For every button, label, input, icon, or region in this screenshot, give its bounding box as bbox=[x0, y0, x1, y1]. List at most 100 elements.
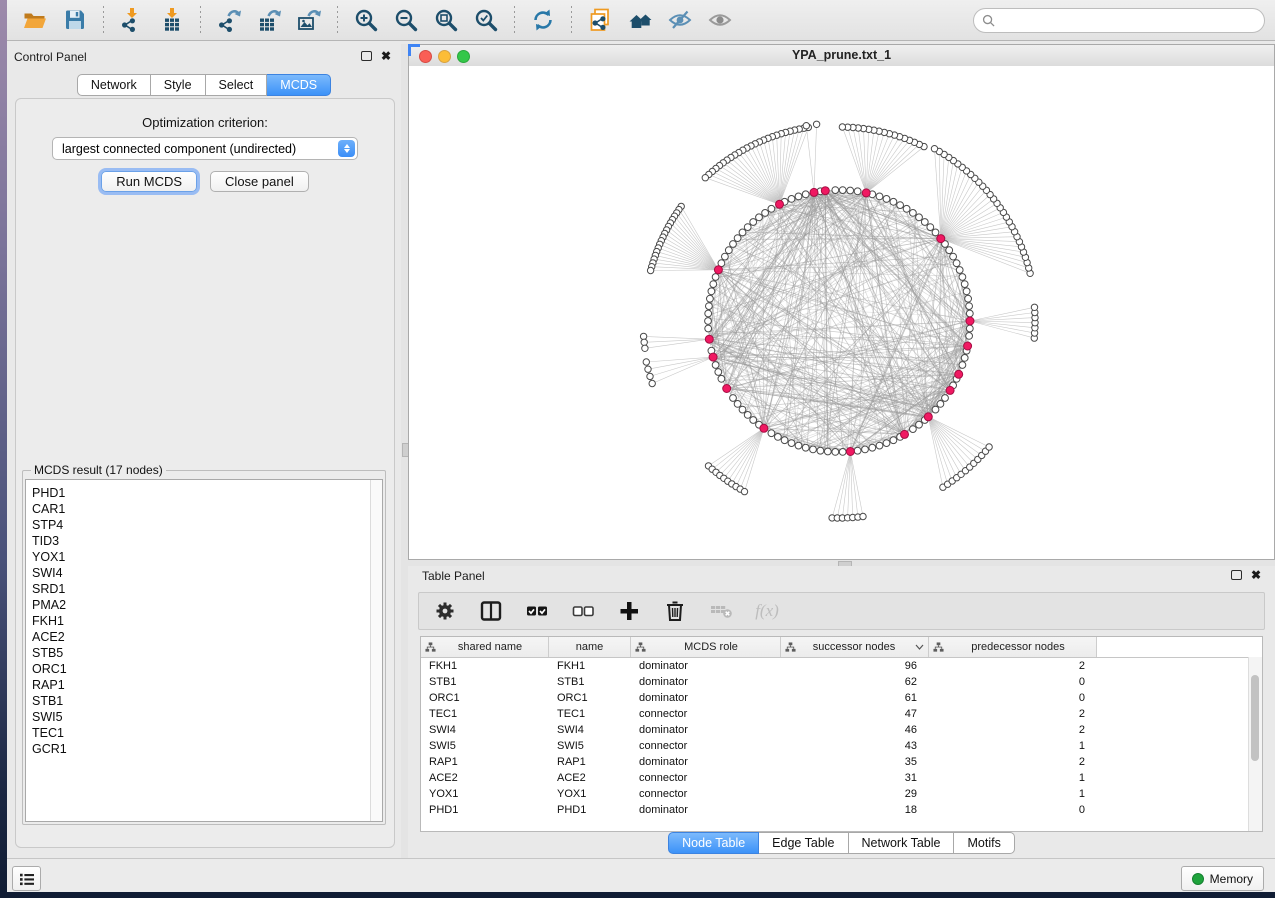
search-box[interactable] bbox=[973, 8, 1265, 33]
add-row-button[interactable] bbox=[617, 599, 641, 623]
mcds-result-item[interactable]: SWI4 bbox=[26, 565, 382, 581]
delete-table-icon bbox=[709, 599, 733, 623]
mcds-result-item[interactable]: TEC1 bbox=[26, 725, 382, 741]
close-panel-button[interactable]: Close panel bbox=[210, 171, 309, 192]
mcds-result-item[interactable]: SRD1 bbox=[26, 581, 382, 597]
node-table[interactable]: shared namenameMCDS rolesuccessor nodesp… bbox=[420, 636, 1263, 832]
mcds-result-list[interactable]: PHD1CAR1STP4TID3YOX1SWI4SRD1PMA2FKH1ACE2… bbox=[25, 479, 383, 822]
mcds-result-item[interactable]: RAP1 bbox=[26, 677, 382, 693]
tab-style[interactable]: Style bbox=[151, 74, 206, 96]
mcds-result-item[interactable]: CAR1 bbox=[26, 501, 382, 517]
column-header-name[interactable]: name bbox=[549, 637, 631, 657]
zoom-selected-button[interactable] bbox=[471, 5, 501, 35]
zoom-selected-icon bbox=[473, 7, 499, 33]
task-history-button[interactable] bbox=[12, 866, 41, 891]
show-all-button[interactable] bbox=[705, 5, 735, 35]
cell-shared-name: TEC1 bbox=[421, 708, 549, 720]
tab-mcds[interactable]: MCDS bbox=[267, 74, 331, 96]
mcds-result-item[interactable]: PMA2 bbox=[26, 597, 382, 613]
export-table-button[interactable] bbox=[254, 5, 284, 35]
column-namespace-icon bbox=[933, 642, 944, 653]
mcds-result-item[interactable]: ORC1 bbox=[26, 661, 382, 677]
table-scrollbar-thumb[interactable] bbox=[1251, 675, 1259, 761]
zoom-fit-button[interactable] bbox=[431, 5, 461, 35]
select-all-button[interactable] bbox=[525, 599, 549, 623]
mcds-result-item[interactable]: STB5 bbox=[26, 645, 382, 661]
cell-MCDS-role: dominator bbox=[631, 756, 781, 768]
table-row[interactable]: SWI4SWI4dominator462 bbox=[421, 722, 1262, 738]
table-row[interactable]: SWI5SWI5connector431 bbox=[421, 738, 1262, 754]
network-title-bar[interactable]: YPA_prune.txt_1 bbox=[409, 45, 1274, 67]
tab-select[interactable]: Select bbox=[206, 74, 268, 96]
result-list-scrollbar[interactable] bbox=[370, 480, 382, 821]
criterion-dropdown[interactable]: largest connected component (undirected) bbox=[52, 137, 358, 160]
mcds-result-item[interactable]: ACE2 bbox=[26, 629, 382, 645]
export-network-button[interactable] bbox=[214, 5, 244, 35]
cell-predecessor-nodes: 1 bbox=[929, 740, 1097, 752]
column-namespace-icon bbox=[425, 642, 436, 653]
toolbar-separator bbox=[571, 6, 572, 34]
refresh-button[interactable] bbox=[528, 5, 558, 35]
save-button[interactable] bbox=[60, 5, 90, 35]
settings-button[interactable] bbox=[433, 599, 457, 623]
column-header-predecessor-nodes[interactable]: predecessor nodes bbox=[929, 637, 1097, 657]
table-row[interactable]: RAP1RAP1dominator352 bbox=[421, 754, 1262, 770]
zoom-out-button[interactable] bbox=[391, 5, 421, 35]
mcds-result-item[interactable]: GCR1 bbox=[26, 741, 382, 757]
show-columns-icon bbox=[479, 599, 503, 623]
close-panel-icon[interactable]: ✖ bbox=[381, 51, 391, 61]
memory-button[interactable]: Memory bbox=[1181, 866, 1264, 891]
toolbar-separator bbox=[337, 6, 338, 34]
cell-successor-nodes: 46 bbox=[781, 724, 929, 736]
cell-MCDS-role: dominator bbox=[631, 676, 781, 688]
search-input[interactable] bbox=[1000, 13, 1264, 29]
deselect-all-button[interactable] bbox=[571, 599, 595, 623]
import-table-button[interactable] bbox=[157, 5, 187, 35]
delete-row-button[interactable] bbox=[663, 599, 687, 623]
vertical-splitter[interactable] bbox=[401, 44, 408, 858]
mcds-result-item[interactable]: STP4 bbox=[26, 517, 382, 533]
mcds-result-item[interactable]: SWI5 bbox=[26, 709, 382, 725]
tab-network[interactable]: Network bbox=[77, 74, 151, 96]
column-header-MCDS-role[interactable]: MCDS role bbox=[631, 637, 781, 657]
show-columns-button[interactable] bbox=[479, 599, 503, 623]
table-scrollbar[interactable] bbox=[1248, 657, 1262, 831]
network-canvas[interactable] bbox=[409, 66, 1274, 559]
table-row[interactable]: PHD1PHD1dominator180 bbox=[421, 802, 1262, 818]
zoom-in-button[interactable] bbox=[351, 5, 381, 35]
export-image-button[interactable] bbox=[294, 5, 324, 35]
import-network-button[interactable] bbox=[117, 5, 147, 35]
table-row[interactable]: YOX1YOX1connector291 bbox=[421, 786, 1262, 802]
settings-icon bbox=[433, 599, 457, 623]
float-panel-icon[interactable] bbox=[361, 51, 372, 61]
mcds-result-item[interactable]: YOX1 bbox=[26, 549, 382, 565]
home-button[interactable] bbox=[625, 5, 655, 35]
import-network-icon bbox=[119, 7, 145, 33]
tab-edge-table[interactable]: Edge Table bbox=[759, 832, 848, 854]
column-header-shared-name[interactable]: shared name bbox=[421, 637, 549, 657]
table-row[interactable]: ORC1ORC1dominator610 bbox=[421, 690, 1262, 706]
table-row[interactable]: STB1STB1dominator620 bbox=[421, 674, 1262, 690]
tab-node-table[interactable]: Node Table bbox=[668, 832, 759, 854]
open-button[interactable] bbox=[20, 5, 50, 35]
zoom-out-icon bbox=[393, 7, 419, 33]
table-row[interactable]: TEC1TEC1connector472 bbox=[421, 706, 1262, 722]
clone-network-button[interactable] bbox=[585, 5, 615, 35]
table-row[interactable]: ACE2ACE2connector311 bbox=[421, 770, 1262, 786]
table-row[interactable]: FKH1FKH1dominator962 bbox=[421, 658, 1262, 674]
network-view-window: YPA_prune.txt_1 bbox=[408, 44, 1275, 560]
cell-predecessor-nodes: 1 bbox=[929, 788, 1097, 800]
mcds-result-item[interactable]: PHD1 bbox=[26, 480, 382, 501]
close-table-panel-icon[interactable]: ✖ bbox=[1251, 570, 1261, 580]
mcds-result-item[interactable]: STB1 bbox=[26, 693, 382, 709]
float-table-panel-icon[interactable] bbox=[1231, 570, 1242, 580]
mcds-result-item[interactable]: FKH1 bbox=[26, 613, 382, 629]
hide-selected-button[interactable] bbox=[665, 5, 695, 35]
mcds-result-item[interactable]: TID3 bbox=[26, 533, 382, 549]
column-header-successor-nodes[interactable]: successor nodes bbox=[781, 637, 929, 657]
column-header-filler bbox=[1097, 637, 1262, 657]
tab-motifs[interactable]: Motifs bbox=[954, 832, 1014, 854]
tab-network-table[interactable]: Network Table bbox=[849, 832, 955, 854]
run-mcds-button[interactable]: Run MCDS bbox=[101, 171, 197, 192]
export-image-icon bbox=[296, 7, 322, 33]
